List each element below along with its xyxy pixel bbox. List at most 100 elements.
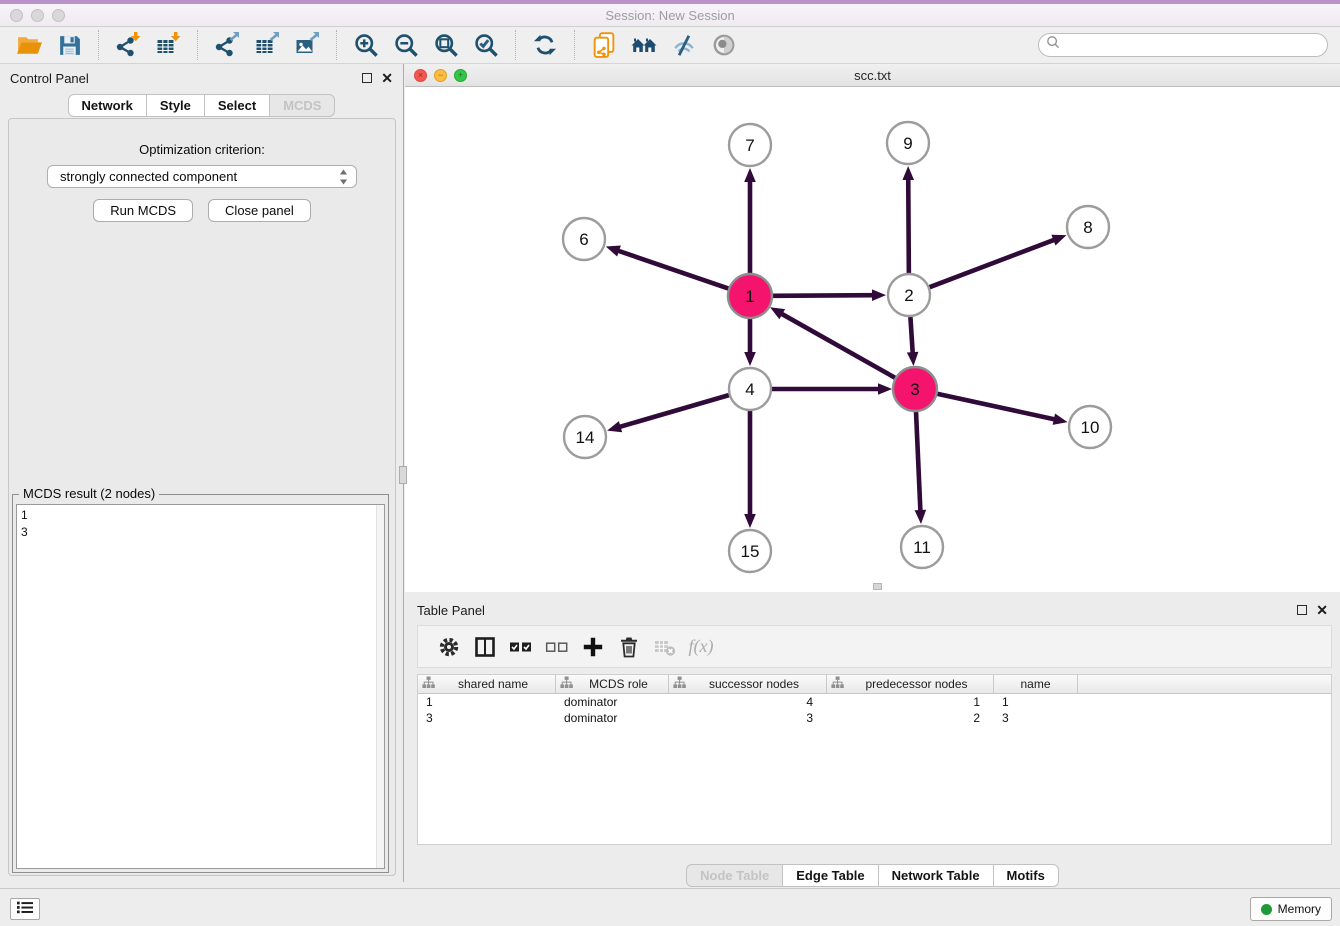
table-row[interactable]: 1dominator411 bbox=[418, 694, 1331, 710]
graph-node-14[interactable]: 14 bbox=[564, 416, 606, 458]
tab-select[interactable]: Select bbox=[205, 94, 270, 117]
graph-edge-2-9[interactable] bbox=[902, 166, 914, 273]
add-column-icon[interactable] bbox=[578, 632, 608, 662]
network-view-window: × − + scc.txt 7 9 6 8 1 2 4 3 14 10 15 11 bbox=[405, 64, 1340, 592]
memory-button[interactable]: Memory bbox=[1250, 897, 1332, 921]
graph-edge-1-7[interactable] bbox=[744, 168, 756, 274]
table-cell: dominator bbox=[556, 694, 669, 710]
graph-edge-3-10[interactable] bbox=[936, 394, 1067, 425]
close-panel-icon[interactable]: ✕ bbox=[381, 71, 393, 85]
table-cell: 3 bbox=[994, 710, 1078, 726]
tab-network-table[interactable]: Network Table bbox=[879, 864, 994, 887]
float-panel-icon[interactable] bbox=[362, 73, 372, 83]
table-cell: 1 bbox=[994, 694, 1078, 710]
tab-edge-table[interactable]: Edge Table bbox=[783, 864, 878, 887]
canvas-scrollbar-thumb[interactable] bbox=[873, 583, 882, 590]
select-all-icon[interactable] bbox=[506, 632, 536, 662]
main-toolbar bbox=[0, 27, 1340, 64]
toolbar-separator bbox=[98, 30, 99, 60]
table-panel-title: Table Panel bbox=[417, 603, 485, 618]
graph-node-9[interactable]: 9 bbox=[887, 122, 929, 164]
export-table-icon[interactable] bbox=[250, 30, 284, 60]
zoom-in-icon[interactable] bbox=[349, 30, 383, 60]
task-history-button[interactable] bbox=[10, 898, 40, 920]
toolbar-separator bbox=[197, 30, 198, 60]
hide-panel-icon[interactable] bbox=[667, 30, 701, 60]
graph-node-3[interactable]: 3 bbox=[893, 367, 937, 411]
zoom-fit-icon[interactable] bbox=[429, 30, 463, 60]
graph-node-1[interactable]: 1 bbox=[728, 274, 772, 318]
panel-splitter-handle[interactable] bbox=[399, 466, 407, 484]
graph-node-11[interactable]: 11 bbox=[901, 526, 943, 568]
network-canvas[interactable]: 7 9 6 8 1 2 4 3 14 10 15 11 bbox=[405, 87, 1340, 591]
network-window-titlebar: × − + scc.txt bbox=[405, 64, 1340, 87]
tab-mcds[interactable]: MCDS bbox=[270, 94, 335, 117]
open-folder-icon[interactable] bbox=[12, 30, 46, 60]
graph-node-10[interactable]: 10 bbox=[1069, 406, 1111, 448]
export-network-icon[interactable] bbox=[210, 30, 244, 60]
graph-edge-4-15[interactable] bbox=[744, 411, 756, 528]
graph-node-7[interactable]: 7 bbox=[729, 124, 771, 166]
optimization-criterion-dropdown[interactable]: strongly connected component bbox=[47, 165, 357, 188]
graph-edge-1-6[interactable] bbox=[606, 246, 729, 289]
graph-edge-2-3[interactable] bbox=[907, 317, 919, 366]
tab-network[interactable]: Network bbox=[68, 94, 147, 117]
tab-motifs[interactable]: Motifs bbox=[994, 864, 1059, 887]
search-box[interactable] bbox=[1038, 33, 1328, 57]
column-header-name[interactable]: name bbox=[994, 675, 1078, 693]
column-header-MCDS-role[interactable]: MCDS role bbox=[556, 675, 669, 693]
network-window-title: scc.txt bbox=[405, 68, 1340, 83]
result-scrollbar[interactable] bbox=[376, 505, 384, 868]
home-icon[interactable] bbox=[627, 30, 661, 60]
graph-edge-3-1[interactable] bbox=[770, 307, 896, 378]
graph-node-2[interactable]: 2 bbox=[888, 274, 930, 316]
tab-style[interactable]: Style bbox=[147, 94, 205, 117]
save-icon[interactable] bbox=[52, 30, 86, 60]
graph-edge-3-11[interactable] bbox=[915, 411, 927, 524]
import-table-icon[interactable] bbox=[151, 30, 185, 60]
columns-icon[interactable] bbox=[470, 632, 500, 662]
toolbar-separator bbox=[336, 30, 337, 60]
svg-text:10: 10 bbox=[1081, 418, 1100, 437]
close-table-panel-icon[interactable]: ✕ bbox=[1316, 603, 1328, 617]
graph-node-6[interactable]: 6 bbox=[563, 218, 605, 260]
float-table-panel-icon[interactable] bbox=[1297, 605, 1307, 615]
graph-edge-4-3[interactable] bbox=[772, 383, 892, 395]
zoom-out-icon[interactable] bbox=[389, 30, 423, 60]
tab-node-table[interactable]: Node Table bbox=[686, 864, 783, 887]
search-input[interactable] bbox=[1061, 35, 1327, 55]
svg-text:6: 6 bbox=[579, 230, 588, 249]
graph-edge-1-4[interactable] bbox=[744, 318, 756, 366]
delete-icon[interactable] bbox=[614, 632, 644, 662]
delete-table-icon bbox=[650, 632, 680, 662]
network-document-icon[interactable] bbox=[587, 30, 621, 60]
table-row[interactable]: 3dominator323 bbox=[418, 710, 1331, 726]
preview-eye-icon[interactable] bbox=[707, 30, 741, 60]
graph-edge-4-14[interactable] bbox=[607, 395, 729, 432]
close-panel-button[interactable]: Close panel bbox=[208, 199, 311, 222]
export-image-icon[interactable] bbox=[290, 30, 324, 60]
table-cell: 4 bbox=[669, 694, 827, 710]
import-network-icon[interactable] bbox=[111, 30, 145, 60]
mcds-result-text[interactable]: 13 bbox=[16, 504, 385, 869]
deselect-all-icon[interactable] bbox=[542, 632, 572, 662]
column-header-successor-nodes[interactable]: successor nodes bbox=[669, 675, 827, 693]
column-label: name bbox=[998, 677, 1073, 691]
run-mcds-button[interactable]: Run MCDS bbox=[93, 199, 193, 222]
refresh-icon[interactable] bbox=[528, 30, 562, 60]
result-line: 1 bbox=[21, 507, 384, 524]
toolbar-separator bbox=[574, 30, 575, 60]
svg-text:2: 2 bbox=[904, 286, 913, 305]
zoom-selected-icon[interactable] bbox=[469, 30, 503, 60]
graph-edge-2-8[interactable] bbox=[930, 235, 1067, 287]
gear-icon[interactable] bbox=[434, 632, 464, 662]
column-label: successor nodes bbox=[686, 677, 822, 691]
column-header-predecessor-nodes[interactable]: predecessor nodes bbox=[827, 675, 994, 693]
graph-node-8[interactable]: 8 bbox=[1067, 206, 1109, 248]
graph-node-4[interactable]: 4 bbox=[729, 368, 771, 410]
graph-node-15[interactable]: 15 bbox=[729, 530, 771, 572]
graph-edge-1-2[interactable] bbox=[772, 289, 886, 301]
memory-label: Memory bbox=[1278, 902, 1321, 916]
network-graph: 7 9 6 8 1 2 4 3 14 10 15 11 bbox=[405, 87, 1340, 591]
column-header-shared-name[interactable]: shared name bbox=[418, 675, 556, 693]
